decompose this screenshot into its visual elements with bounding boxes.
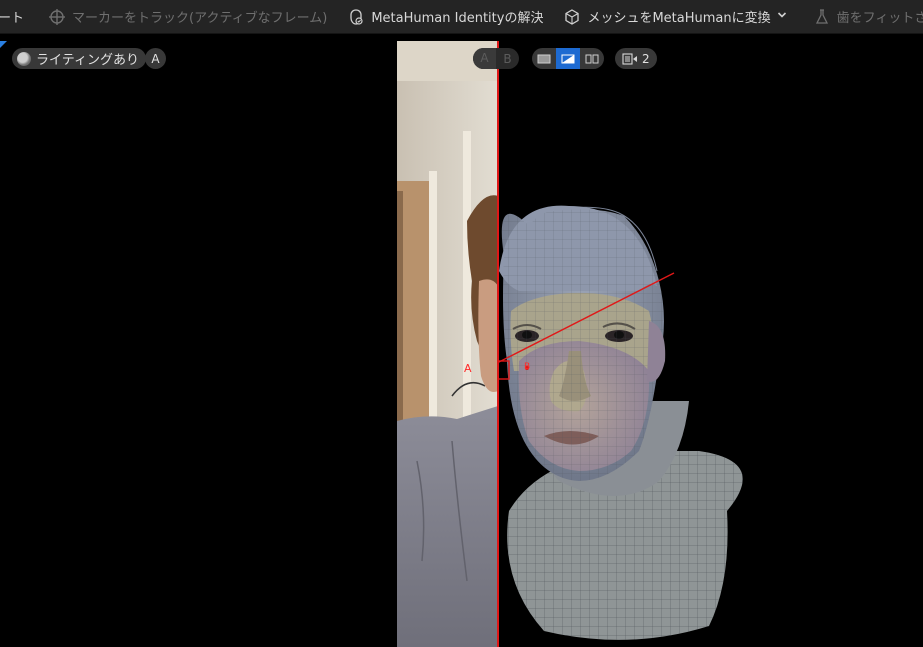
marker-b-label: B	[524, 362, 531, 372]
ab-toggle-b[interactable]: B	[496, 52, 519, 66]
ab-toggle: A B	[473, 48, 519, 69]
lighting-label: ライティングあり	[36, 53, 139, 68]
mesh-to-metahuman-button[interactable]: メッシュをMetaHumanに変換	[553, 0, 796, 34]
toolbar-truncated-button[interactable]: ート	[0, 0, 38, 34]
viewport[interactable]: A B ライティングあり A A B 2	[0, 41, 923, 647]
footage-image	[397, 41, 498, 647]
solve-identity-label: MetaHuman Identityの解決	[371, 11, 544, 26]
lighting-toggle[interactable]: ライティングあり	[12, 48, 146, 69]
ab-toggle-a[interactable]: A	[473, 48, 496, 69]
view-count-label: 2	[642, 51, 650, 66]
chevron-down-icon	[777, 9, 787, 24]
fit-teeth-label: 歯をフィットさせる	[836, 11, 923, 26]
head-identity-icon	[347, 8, 365, 26]
fit-teeth-button[interactable]: 歯をフィットさせる	[797, 0, 923, 34]
lighting-sphere-icon	[17, 51, 31, 66]
view-count-button[interactable]: 2	[615, 48, 657, 69]
toolbar-truncated-label: ート	[0, 11, 25, 26]
cube-convert-icon	[563, 8, 581, 26]
wipe-view-button[interactable]	[556, 48, 580, 69]
wipe-view-icon	[561, 54, 575, 63]
view-mode-group	[532, 48, 604, 69]
camera-a-label: A	[151, 51, 160, 66]
single-view-button[interactable]	[532, 48, 556, 69]
flask-icon	[813, 8, 831, 26]
camera-a-button[interactable]: A	[145, 48, 166, 69]
dual-view-button[interactable]	[580, 48, 604, 69]
solve-identity-button[interactable]: MetaHuman Identityの解決	[337, 0, 553, 34]
track-markers-label: マーカーをトラック(アクティブなフレーム)	[72, 11, 328, 26]
viewport-corner-indicator	[0, 41, 7, 48]
ab-split-divider[interactable]	[497, 41, 499, 647]
mesh-to-metahuman-label: メッシュをMetaHumanに変換	[587, 11, 771, 26]
track-markers-button[interactable]: マーカーをトラック(アクティブなフレーム)	[38, 0, 337, 34]
dual-view-icon	[585, 54, 599, 63]
metahuman-mesh-render	[499, 41, 923, 647]
toolbar: ート マーカーをトラック(アクティブなフレーム) MetaHuman Ident…	[0, 0, 923, 34]
crosshair-icon	[48, 8, 66, 26]
single-view-icon	[537, 54, 551, 63]
marker-a-label: A	[464, 362, 472, 375]
camera-views-icon	[622, 52, 637, 65]
